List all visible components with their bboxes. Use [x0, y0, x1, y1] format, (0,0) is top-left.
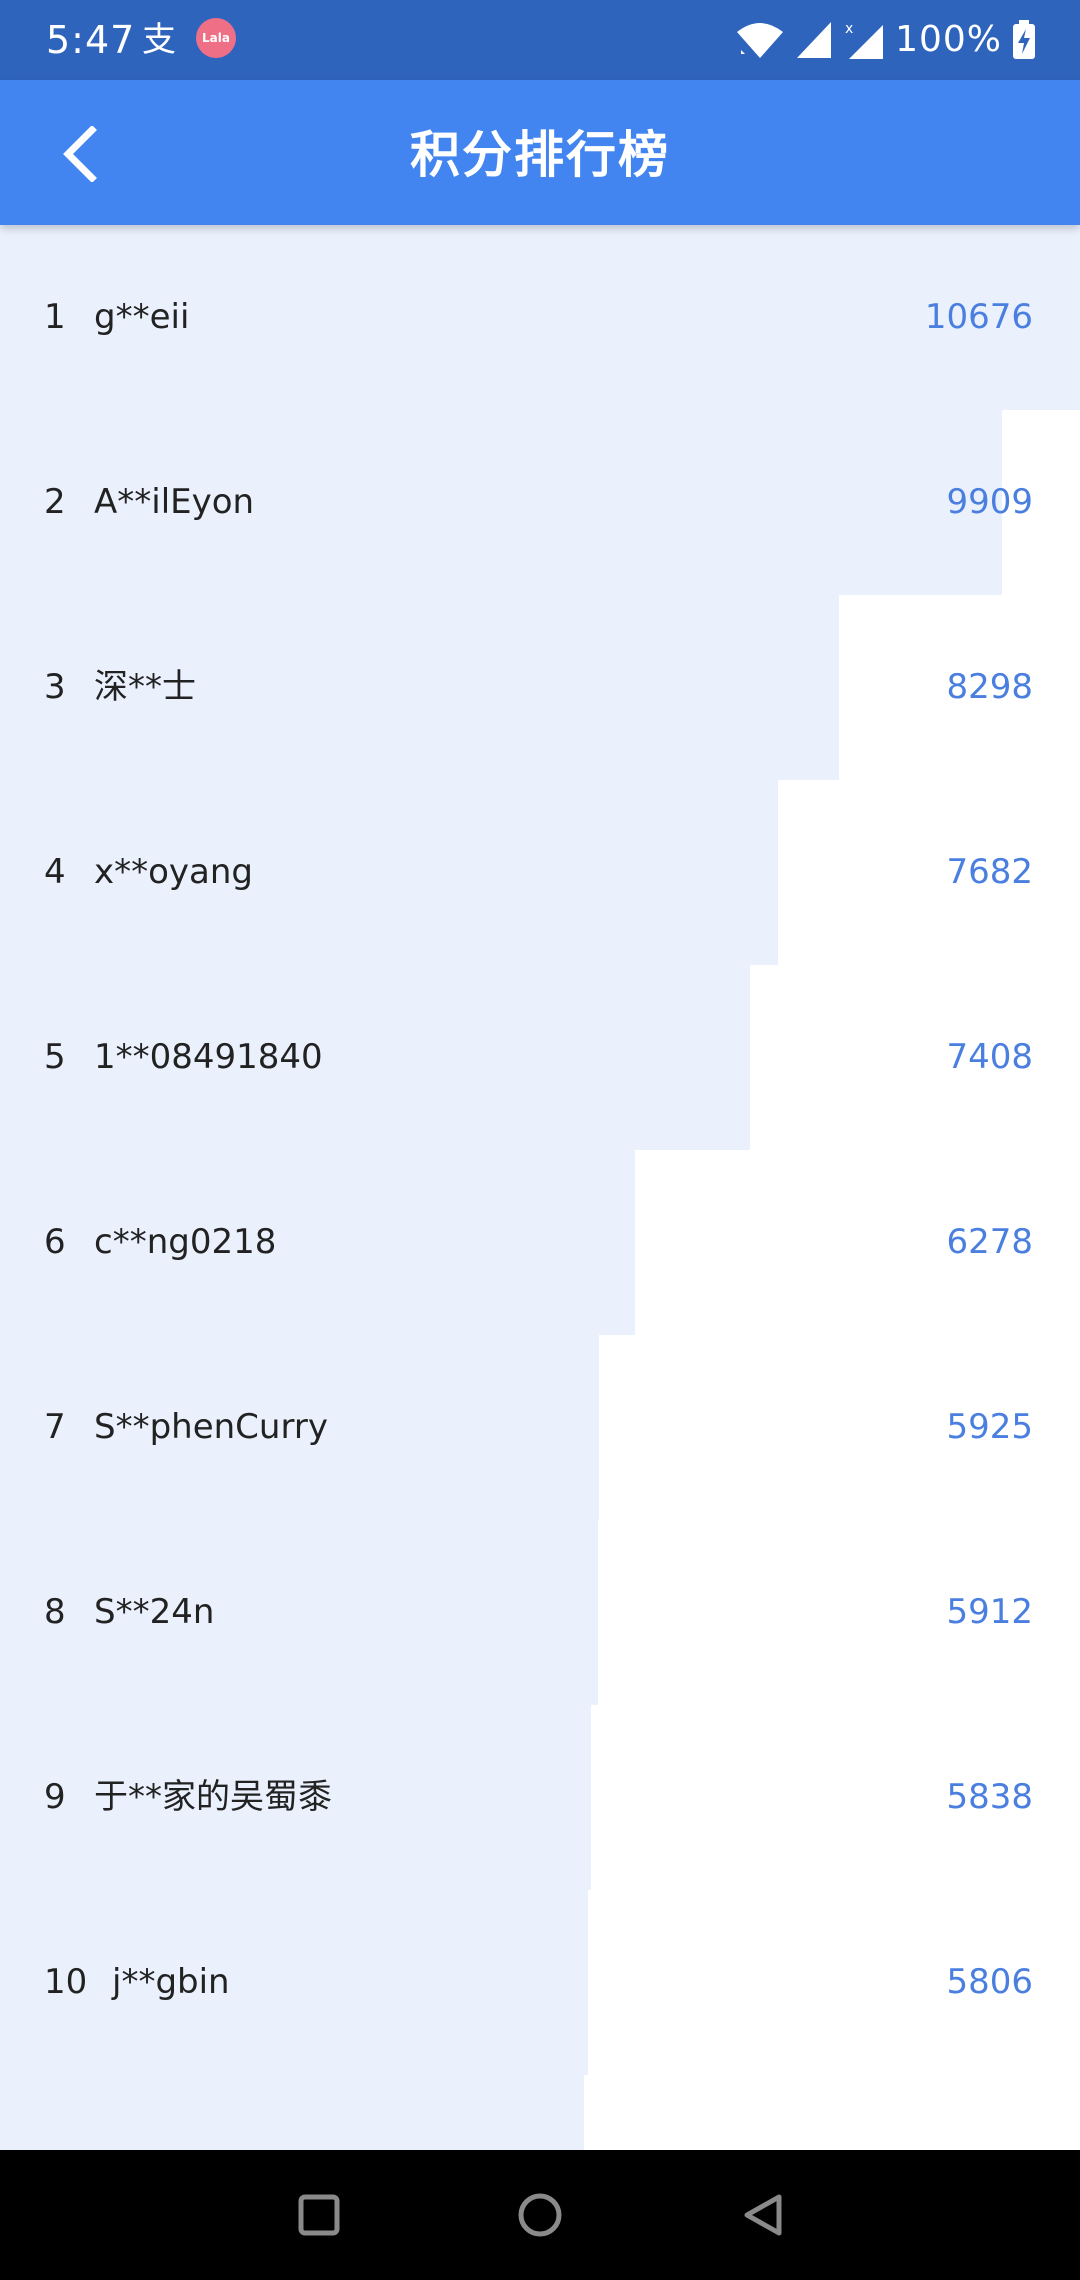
signal-x-icon: x	[845, 21, 884, 59]
rank-row[interactable]: 10 j**gbin 5806	[0, 1890, 1080, 2075]
rank-number: 3	[44, 667, 66, 707]
signal-icon	[797, 22, 832, 58]
user-score: 6278	[946, 1222, 1033, 1262]
page-title: 积分排行榜	[410, 126, 670, 184]
user-name: S**phenCurry	[94, 1407, 328, 1447]
rank-row[interactable]: 5 1**08491840 7408	[0, 965, 1080, 1150]
battery-charging-icon	[1013, 20, 1035, 59]
user-score: 8298	[946, 667, 1033, 707]
svg-text:x: x	[845, 21, 853, 37]
wifi-icon	[737, 23, 784, 58]
status-bar: 5:47 支 Lala x 100%	[0, 0, 1080, 80]
status-indicators: x 100%	[735, 14, 1036, 66]
score-bar	[0, 2075, 585, 2150]
user-score: 5925	[946, 1407, 1033, 1447]
user-name: g**eii	[94, 297, 190, 337]
back-triangle-icon	[744, 2194, 782, 2236]
user-score: 9909	[946, 482, 1033, 522]
rank-row[interactable]: 1 g**eii 10676	[0, 225, 1080, 410]
rank-number: 5	[44, 1037, 66, 1077]
score-bar	[0, 1890, 588, 2075]
rank-row[interactable]: 2 A**ilEyon 9909	[0, 410, 1080, 595]
user-score: 5806	[946, 1962, 1033, 2002]
status-time: 5:47	[46, 18, 136, 62]
user-name: A**ilEyon	[94, 482, 255, 522]
alipay-notification-icon: 支	[142, 20, 176, 60]
rank-row[interactable]: 8 S**24n 5912	[0, 1520, 1080, 1705]
score-bar	[0, 1520, 599, 1705]
home-circle-icon	[518, 2193, 562, 2237]
user-score: 10676	[924, 297, 1033, 337]
user-name: x**oyang	[94, 852, 254, 892]
user-score: 5838	[946, 1777, 1033, 1817]
rank-row-partial	[0, 2075, 1080, 2150]
system-nav-bar	[0, 2150, 1080, 2280]
user-name: j**gbin	[112, 1962, 230, 2002]
back-nav-button[interactable]	[728, 2180, 798, 2250]
app-bar: 积分排行榜	[0, 80, 1080, 225]
rank-number: 10	[44, 1962, 88, 2002]
user-name: c**ng0218	[94, 1222, 277, 1262]
battery-percentage: 100%	[895, 19, 1002, 60]
recents-square-icon	[298, 2194, 340, 2236]
rank-row[interactable]: 4 x**oyang 7682	[0, 780, 1080, 965]
rank-number: 1	[44, 297, 66, 337]
rank-row[interactable]: 6 c**ng0218 6278	[0, 1150, 1080, 1335]
lala-notification-icon: Lala	[196, 18, 236, 58]
user-name: 于**家的吴蜀黍	[94, 1777, 332, 1817]
user-name: 1**08491840	[94, 1037, 323, 1077]
rank-number: 4	[44, 852, 66, 892]
recents-button[interactable]	[284, 2180, 354, 2250]
rank-row[interactable]: 7 S**phenCurry 5925	[0, 1335, 1080, 1520]
ranking-list[interactable]: 1 g**eii 10676 2 A**ilEyon 9909 3 深**士 8298 4 x**o…	[0, 225, 1080, 2150]
user-score: 7408	[946, 1037, 1033, 1077]
app-screen: 5:47 支 Lala x 100% 积分排行榜 1 g**eii 10676 …	[0, 0, 1080, 2280]
rank-number: 9	[44, 1777, 66, 1817]
rank-number: 6	[44, 1222, 66, 1262]
home-button[interactable]	[505, 2180, 575, 2250]
user-name: S**24n	[94, 1592, 215, 1632]
rank-row[interactable]: 3 深**士 8298	[0, 595, 1080, 780]
rank-number: 2	[44, 482, 66, 522]
user-score: 5912	[946, 1592, 1033, 1632]
rank-number: 7	[44, 1407, 66, 1447]
user-score: 7682	[946, 852, 1033, 892]
rank-row[interactable]: 9 于**家的吴蜀黍 5838	[0, 1705, 1080, 1890]
rank-number: 8	[44, 1592, 66, 1632]
user-name: 深**士	[94, 667, 196, 707]
